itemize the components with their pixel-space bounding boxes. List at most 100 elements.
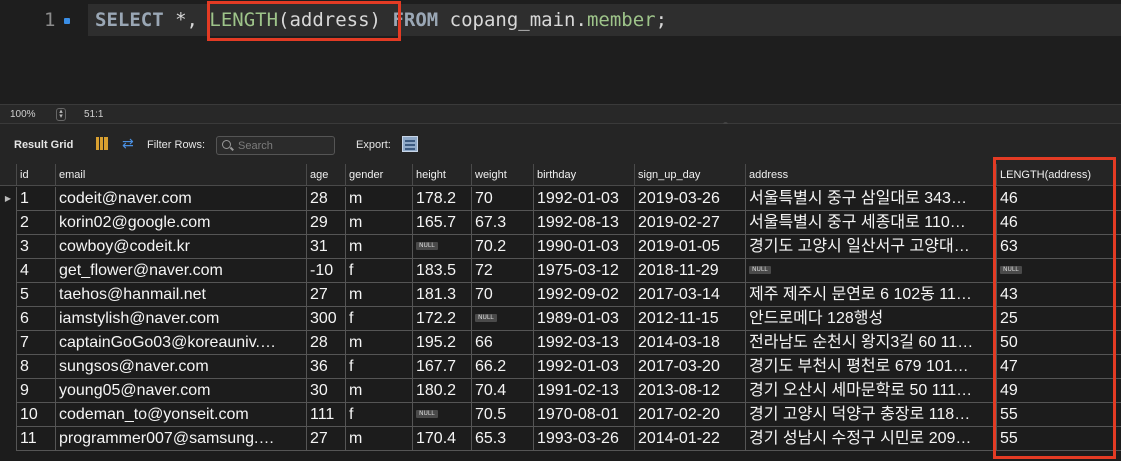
cell-age[interactable]: 36 — [306, 355, 345, 379]
cell-gender[interactable]: m — [345, 235, 412, 259]
column-header-weight[interactable]: weight — [471, 164, 533, 186]
cell-address[interactable]: 전라남도 순천시 왕지3길 60 11… — [745, 331, 996, 355]
table-row[interactable]: 3 cowboy@codeit.kr 31 m NULL 70.2 1990-01-03 20… — [0, 235, 1121, 259]
cell-email[interactable]: captainGoGo03@koreauniv.… — [55, 331, 306, 355]
cell-address[interactable]: 제주 제주시 문연로 6 102동 11… — [745, 283, 996, 307]
cell-id[interactable]: 7 — [16, 331, 55, 355]
cell-weight[interactable]: NULL — [471, 307, 533, 331]
cell-id[interactable]: 9 — [16, 379, 55, 403]
cell-length-address[interactable]: 46 — [996, 187, 1121, 211]
cell-weight[interactable]: 65.3 — [471, 427, 533, 451]
column-header-sign-up-day[interactable]: sign_up_day — [634, 164, 745, 186]
cell-email[interactable]: cowboy@codeit.kr — [55, 235, 306, 259]
column-header-birthday[interactable]: birthday — [533, 164, 634, 186]
column-header-height[interactable]: height — [412, 164, 471, 186]
cell-id[interactable]: 6 — [16, 307, 55, 331]
cell-height[interactable]: NULL — [412, 235, 471, 259]
cell-email[interactable]: programmer007@samsung.… — [55, 427, 306, 451]
cell-gender[interactable]: m — [345, 427, 412, 451]
cell-id[interactable]: 4 — [16, 259, 55, 283]
export-icon[interactable] — [402, 136, 418, 152]
cell-age[interactable]: -10 — [306, 259, 345, 283]
cell-weight[interactable]: 70.5 — [471, 403, 533, 427]
cell-birthday[interactable]: 1992-01-03 — [533, 187, 634, 211]
cell-height[interactable]: 180.2 — [412, 379, 471, 403]
cell-weight[interactable]: 66.2 — [471, 355, 533, 379]
result-grid[interactable]: id email age gender height weight birthday sign… — [0, 164, 1121, 461]
cell-birthday[interactable]: 1992-08-13 — [533, 211, 634, 235]
cell-email[interactable]: taehos@hanmail.net — [55, 283, 306, 307]
grid-view-icon[interactable] — [96, 137, 108, 150]
cell-height[interactable]: 181.3 — [412, 283, 471, 307]
table-row[interactable]: 11 programmer007@samsung.… 27 m 170.4 65.3 199… — [0, 427, 1121, 451]
cell-weight[interactable]: 70 — [471, 187, 533, 211]
table-row[interactable]: ▶ 1 codeit@naver.com 28 m 178.2 70 1992-01-03 20… — [0, 187, 1121, 211]
cell-address[interactable]: 경기도 고양시 일산서구 고양대… — [745, 235, 996, 259]
cell-length-address[interactable]: NULL — [996, 259, 1121, 283]
cell-weight[interactable]: 72 — [471, 259, 533, 283]
cell-email[interactable]: sungsos@naver.com — [55, 355, 306, 379]
cell-email[interactable]: codeman_to@yonseit.com — [55, 403, 306, 427]
cell-age[interactable]: 27 — [306, 283, 345, 307]
cell-length-address[interactable]: 47 — [996, 355, 1121, 379]
cell-height[interactable]: 172.2 — [412, 307, 471, 331]
table-row[interactable]: 5 taehos@hanmail.net 27 m 181.3 70 1992-09-02 2… — [0, 283, 1121, 307]
cell-weight[interactable]: 70.4 — [471, 379, 533, 403]
cell-email[interactable]: get_flower@naver.com — [55, 259, 306, 283]
cell-sign-up-day[interactable]: 2017-03-20 — [634, 355, 745, 379]
cell-address[interactable]: 서울특별시 중구 삼일대로 343… — [745, 187, 996, 211]
cell-gender[interactable]: m — [345, 331, 412, 355]
cell-age[interactable]: 300 — [306, 307, 345, 331]
cell-length-address[interactable]: 43 — [996, 283, 1121, 307]
cell-sign-up-day[interactable]: 2012-11-15 — [634, 307, 745, 331]
column-header-length-address[interactable]: LENGTH(address) — [996, 164, 1121, 186]
cell-sign-up-day[interactable]: 2017-03-14 — [634, 283, 745, 307]
cell-birthday[interactable]: 1992-01-03 — [533, 355, 634, 379]
cell-birthday[interactable]: 1991-02-13 — [533, 379, 634, 403]
cell-weight[interactable]: 67.3 — [471, 211, 533, 235]
cell-email[interactable]: korin02@google.com — [55, 211, 306, 235]
cell-height[interactable]: 167.7 — [412, 355, 471, 379]
cell-gender[interactable]: f — [345, 307, 412, 331]
table-row[interactable]: 10 codeman_to@yonseit.com 111 f NULL 70.5 1970… — [0, 403, 1121, 427]
cell-age[interactable]: 111 — [306, 403, 345, 427]
cell-length-address[interactable]: 25 — [996, 307, 1121, 331]
zoom-stepper-icon[interactable]: ▴ ▾ — [56, 108, 66, 121]
column-header-email[interactable]: email — [55, 164, 306, 186]
sql-editor[interactable]: 1 SELECT *, LENGTH(address) FROM copang_… — [0, 0, 1121, 104]
cell-weight[interactable]: 70.2 — [471, 235, 533, 259]
cell-birthday[interactable]: 1989-01-03 — [533, 307, 634, 331]
cell-id[interactable]: 8 — [16, 355, 55, 379]
cell-address[interactable]: NULL — [745, 259, 996, 283]
cell-age[interactable]: 30 — [306, 379, 345, 403]
cell-height[interactable]: 178.2 — [412, 187, 471, 211]
cell-address[interactable]: 경기 성남시 수정구 시민로 209… — [745, 427, 996, 451]
cell-sign-up-day[interactable]: 2014-01-22 — [634, 427, 745, 451]
cell-length-address[interactable]: 63 — [996, 235, 1121, 259]
cell-gender[interactable]: f — [345, 403, 412, 427]
cell-length-address[interactable]: 55 — [996, 427, 1121, 451]
cell-length-address[interactable]: 50 — [996, 331, 1121, 355]
cell-gender[interactable]: f — [345, 355, 412, 379]
cell-gender[interactable]: m — [345, 187, 412, 211]
column-header-id[interactable]: id — [16, 164, 55, 186]
table-row[interactable]: 6 iamstylish@naver.com 300 f 172.2 NULL 1989-0… — [0, 307, 1121, 331]
cell-address[interactable]: 경기 고양시 덕양구 충장로 118… — [745, 403, 996, 427]
cell-sign-up-day[interactable]: 2019-02-27 — [634, 211, 745, 235]
table-row[interactable]: 9 young05@naver.com 30 m 180.2 70.4 1991-02-13… — [0, 379, 1121, 403]
cell-birthday[interactable]: 1992-09-02 — [533, 283, 634, 307]
cell-gender[interactable]: m — [345, 211, 412, 235]
cell-height[interactable]: 165.7 — [412, 211, 471, 235]
cell-gender[interactable]: f — [345, 259, 412, 283]
cell-length-address[interactable]: 49 — [996, 379, 1121, 403]
cell-weight[interactable]: 70 — [471, 283, 533, 307]
cell-address[interactable]: 경기도 부천시 평천로 679 101… — [745, 355, 996, 379]
cell-address[interactable]: 서울특별시 중구 세종대로 110… — [745, 211, 996, 235]
editor-line[interactable]: 1 SELECT *, LENGTH(address) FROM copang_… — [0, 4, 1121, 36]
cell-height[interactable]: 183.5 — [412, 259, 471, 283]
cell-age[interactable]: 29 — [306, 211, 345, 235]
table-row[interactable]: 8 sungsos@naver.com 36 f 167.7 66.2 1992-01-03… — [0, 355, 1121, 379]
cell-length-address[interactable]: 46 — [996, 211, 1121, 235]
cell-email[interactable]: codeit@naver.com — [55, 187, 306, 211]
filter-search-box[interactable] — [216, 136, 335, 155]
